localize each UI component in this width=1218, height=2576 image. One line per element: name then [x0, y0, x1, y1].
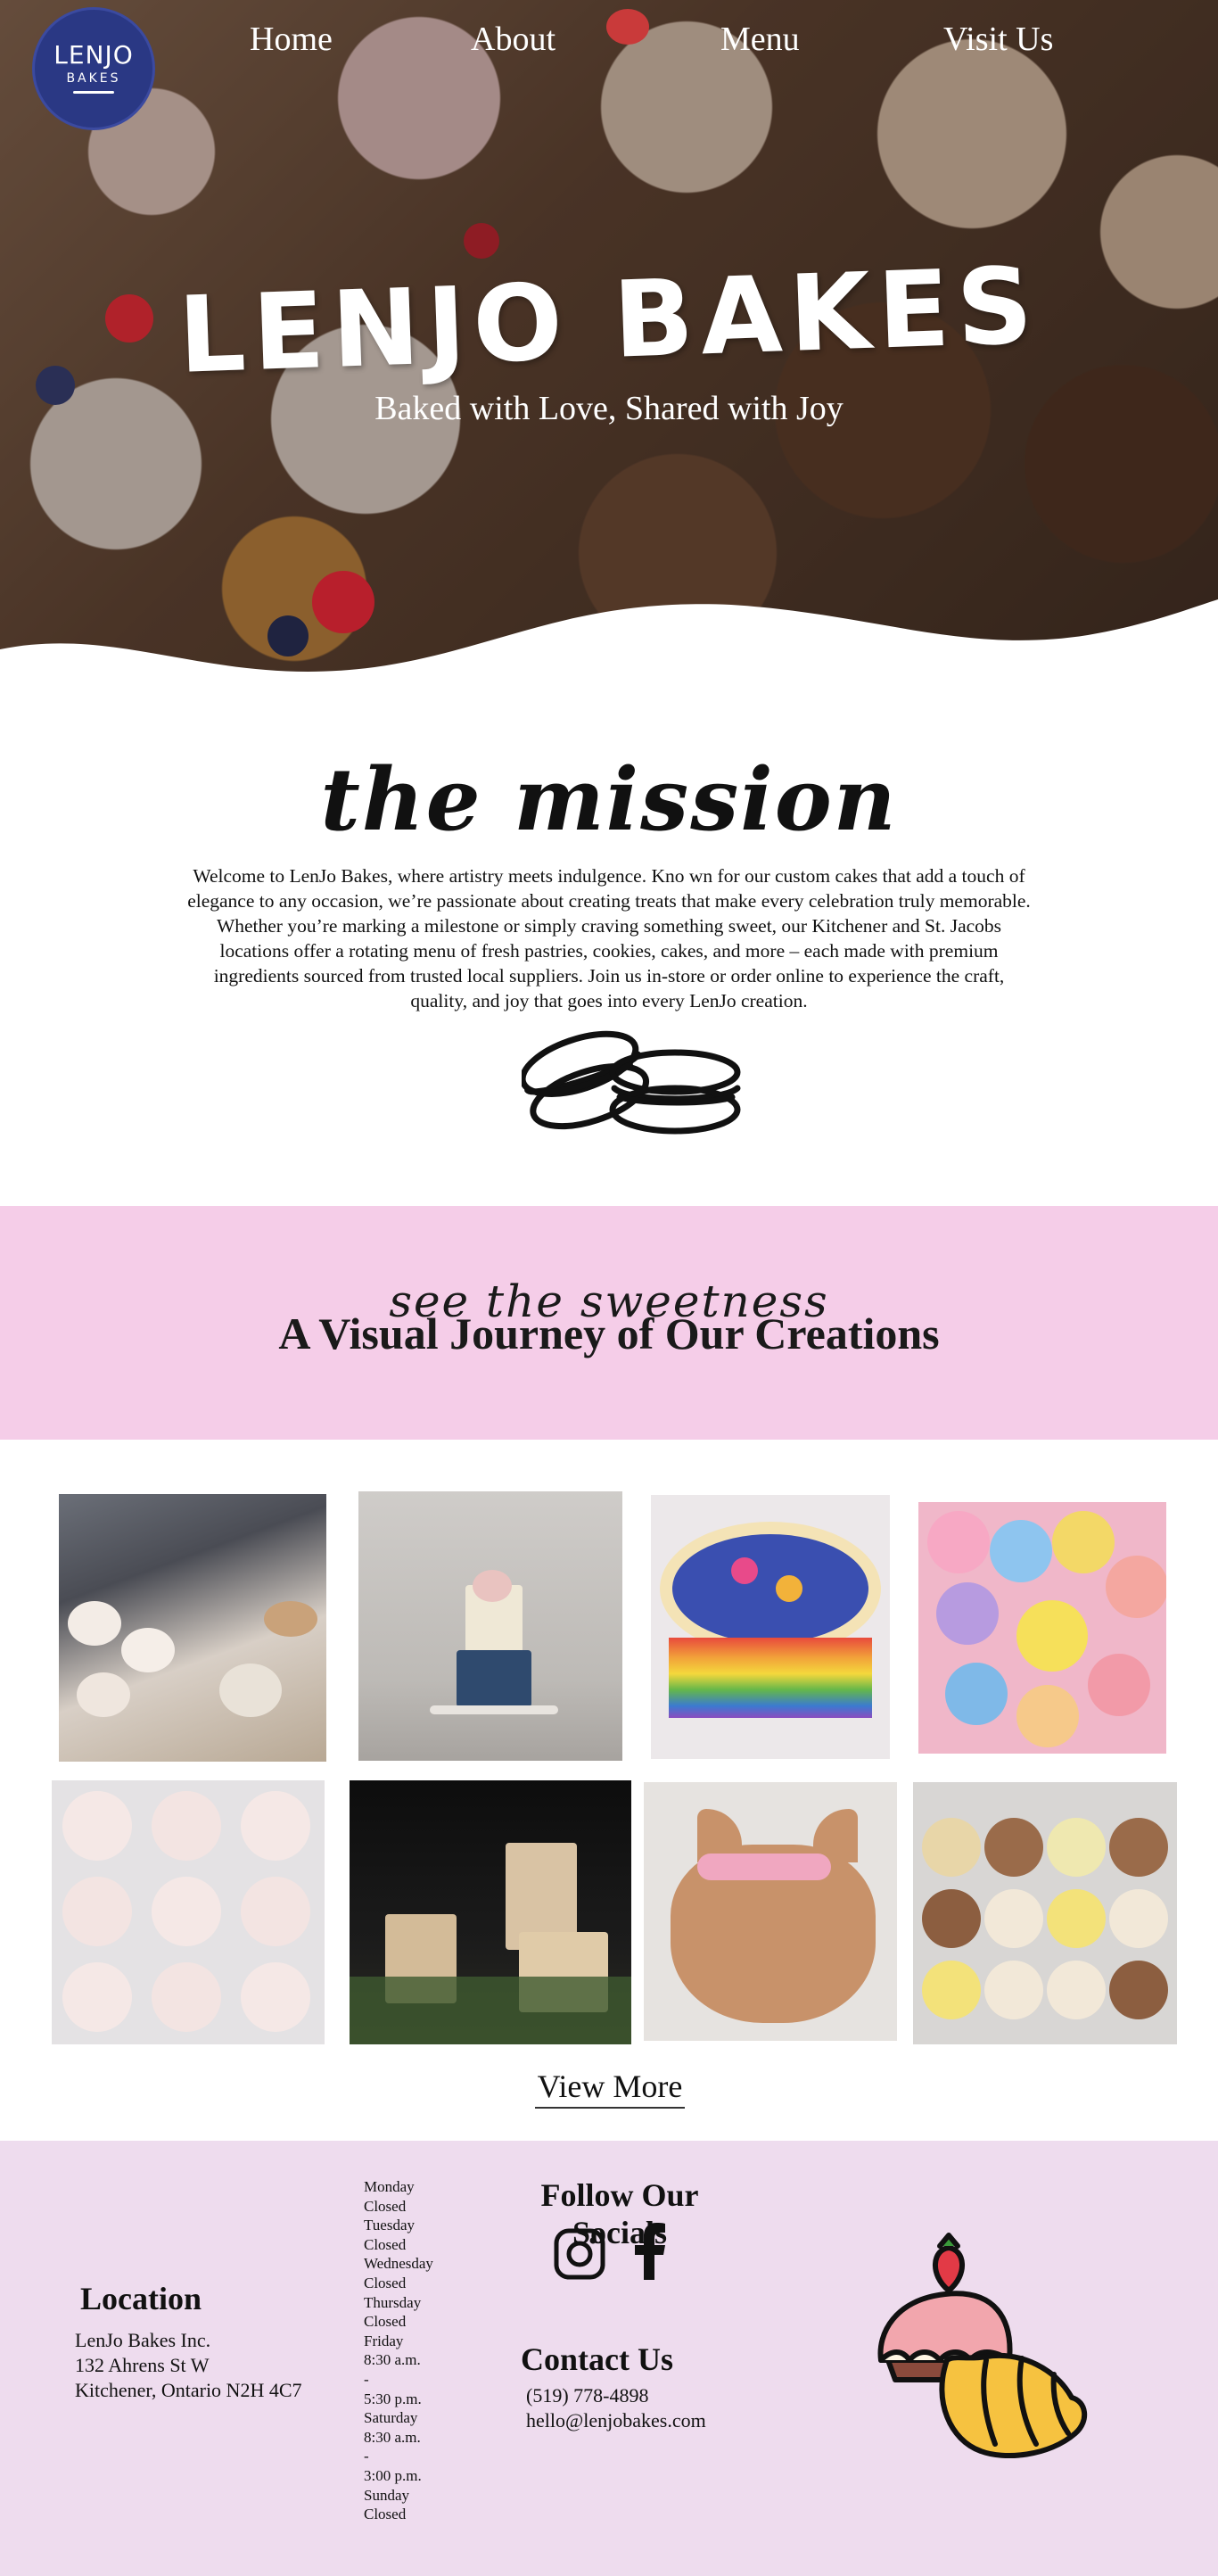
gallery-photo-cat-cake[interactable] — [644, 1782, 897, 2041]
rolling-pin-icon — [73, 91, 114, 94]
nav-menu[interactable]: Menu — [720, 20, 800, 59]
hours-line: Tuesday — [364, 2217, 415, 2234]
cake-croissant-icon — [877, 2233, 1087, 2458]
facebook-icon[interactable] — [628, 2221, 672, 2280]
view-more-link[interactable]: View More — [535, 2068, 685, 2109]
location-title: Location — [80, 2281, 202, 2316]
gallery-photo-rainbow-cake[interactable] — [651, 1495, 890, 1759]
socials-title: Follow Our Socials — [540, 2177, 699, 2250]
gallery-photo-rosette-cake[interactable] — [918, 1502, 1166, 1754]
hours-line: Sunday — [364, 2486, 409, 2504]
contact-title: Contact Us — [521, 2341, 673, 2377]
macaron-icon — [522, 1030, 741, 1135]
hero-wave-divider — [0, 599, 1218, 696]
hours-line: Closed — [364, 2313, 407, 2331]
hours-line: 5:30 p.m. — [364, 2390, 422, 2407]
hours-line: 8:30 a.m. — [364, 2428, 421, 2446]
nav-visit-us[interactable]: Visit Us — [943, 20, 1053, 59]
contact-email[interactable]: hello@lenjobakes.com — [526, 2409, 706, 2432]
hours-line: Wednesday — [364, 2255, 433, 2273]
gallery-photo-cupcakes-pumpkins[interactable] — [59, 1494, 326, 1762]
main-nav: Home About Menu Visit Us — [0, 20, 1218, 64]
location-line: 132 Ahrens St W — [75, 2354, 210, 2376]
hours-line: Closed — [364, 2197, 407, 2215]
mission-text: Welcome to LenJo Bakes, where artistry m… — [187, 865, 1031, 1011]
hours-line: Monday — [364, 2178, 415, 2195]
hours-line: - — [364, 2370, 369, 2388]
hours-line: Closed — [364, 2506, 407, 2523]
logo-subtitle: BAKES — [66, 71, 121, 86]
hours-line: 3:00 p.m. — [364, 2466, 422, 2484]
instagram-icon[interactable] — [553, 2227, 606, 2281]
hours-line: - — [364, 2448, 369, 2465]
hours-line: Friday — [364, 2332, 404, 2349]
nav-about[interactable]: About — [471, 20, 556, 59]
hero-tagline: Baked with Love, Shared with Joy — [374, 390, 844, 427]
hours-line: Closed — [364, 2274, 407, 2291]
nav-home[interactable]: Home — [250, 20, 333, 59]
hours-line: Closed — [364, 2235, 407, 2253]
hours-line: Saturday — [364, 2409, 418, 2427]
location-line: Kitchener, Ontario N2H 4C7 — [75, 2379, 302, 2401]
gallery-photo-naked-cakes[interactable] — [350, 1780, 631, 2044]
gallery-photo-floral-tier-cake[interactable] — [358, 1491, 622, 1761]
opening-hours: Monday Closed Tuesday Closed Wednesday C… — [364, 2177, 489, 2524]
contact-phone[interactable]: (519) 778-4898 — [526, 2384, 648, 2407]
location-line: LenJo Bakes Inc. — [75, 2329, 211, 2351]
mission-title: the mission — [320, 749, 898, 850]
hours-line: 8:30 a.m. — [364, 2351, 421, 2369]
gallery-photo-character-cupcakes[interactable] — [913, 1782, 1177, 2044]
gallery-photo-frosted-cupcakes[interactable] — [52, 1780, 325, 2044]
hours-line: Thursday — [364, 2293, 422, 2311]
gallery-heading: A Visual Journey of Our Creations — [278, 1309, 940, 1358]
